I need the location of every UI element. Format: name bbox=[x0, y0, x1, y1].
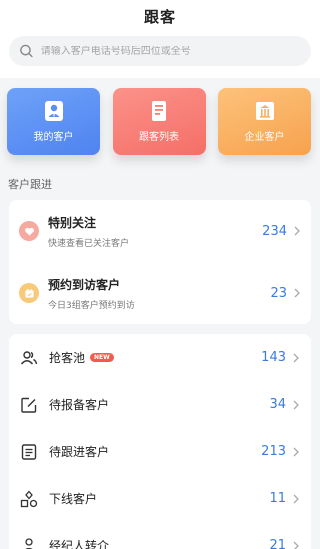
hierarchy-icon bbox=[20, 490, 38, 507]
search-input[interactable] bbox=[40, 45, 301, 57]
list-item-count: 34 bbox=[269, 397, 286, 412]
list-item-label: 抢客池 bbox=[49, 351, 86, 365]
list-item-pending-report[interactable]: 待报备客户 34 bbox=[9, 381, 311, 428]
follow-item-subtitle: 今日3组客户预约到访 bbox=[48, 300, 135, 311]
list-item-label: 下线客户 bbox=[49, 492, 98, 506]
quick-action-my-customers[interactable]: 我的客户 bbox=[7, 88, 100, 155]
chevron-right-icon bbox=[293, 494, 299, 503]
list-item-count: 11 bbox=[269, 491, 286, 506]
list-item-count: 21 bbox=[269, 538, 286, 549]
quick-actions: 我的客户 跟客列表 企业客户 bbox=[0, 78, 320, 158]
calendar-icon bbox=[19, 283, 39, 303]
building-icon bbox=[255, 102, 274, 120]
follow-item-appointment[interactable]: 预约到访客户 今日3组客户预约到访 23 bbox=[9, 262, 311, 324]
follow-item-special-attention[interactable]: 特别关注 快速查看已关注客户 234 bbox=[9, 200, 311, 262]
chevron-right-icon bbox=[293, 400, 299, 409]
edit-icon bbox=[21, 397, 37, 413]
follow-card: 特别关注 快速查看已关注客户 234 预约到访客户 今日3组客户预约到访 23 bbox=[9, 200, 311, 324]
follow-item-count: 23 bbox=[270, 285, 287, 301]
follow-item-count: 234 bbox=[262, 223, 287, 239]
section-label: 客户跟进 bbox=[8, 178, 52, 191]
list-item-count: 143 bbox=[261, 350, 286, 365]
people-icon bbox=[20, 350, 38, 364]
quick-action-follow-list[interactable]: 跟客列表 bbox=[112, 88, 206, 155]
list-item-label: 经纪人转介 bbox=[49, 539, 110, 549]
chevron-right-icon bbox=[293, 447, 299, 456]
list-icon bbox=[21, 443, 37, 460]
list-item-pending-follow[interactable]: 待跟进客户 213 bbox=[9, 428, 311, 475]
follow-item-title: 预约到访客户 bbox=[48, 277, 121, 292]
search-box[interactable] bbox=[9, 36, 311, 66]
chevron-right-icon bbox=[293, 353, 299, 362]
search-bar bbox=[0, 30, 320, 78]
follow-item-subtitle: 快速查看已关注客户 bbox=[48, 238, 130, 249]
new-badge: NEW bbox=[90, 353, 114, 362]
quick-action-label: 跟客列表 bbox=[139, 132, 179, 143]
list-item-agent-referral[interactable]: 经纪人转介 21 bbox=[9, 522, 311, 549]
list-item-label: 待报备客户 bbox=[49, 398, 110, 412]
page-title: 跟客 bbox=[143, 8, 176, 26]
list-item-label: 待跟进客户 bbox=[49, 445, 110, 459]
heart-icon bbox=[19, 221, 39, 241]
transfer-icon bbox=[24, 537, 34, 549]
person-icon bbox=[44, 101, 63, 121]
list-item-downline[interactable]: 下线客户 11 bbox=[9, 475, 311, 522]
list-item-count: 213 bbox=[261, 444, 286, 459]
search-icon bbox=[20, 44, 33, 58]
quick-action-label: 企业客户 bbox=[244, 132, 285, 143]
chevron-right-icon bbox=[294, 226, 300, 236]
header: 跟客 bbox=[0, 0, 320, 30]
chevron-right-icon bbox=[293, 541, 299, 549]
follow-item-title: 特别关注 bbox=[48, 215, 97, 230]
customer-list-card: 抢客池 NEW 143 待报备客户 34 待跟进客户 213 下线客户 11 经… bbox=[9, 334, 311, 549]
list-item-grab-pool[interactable]: 抢客池 NEW 143 bbox=[9, 334, 311, 381]
quick-action-label: 我的客户 bbox=[33, 132, 74, 143]
quick-action-enterprise-customers[interactable]: 企业客户 bbox=[218, 88, 311, 155]
document-list-icon bbox=[152, 101, 166, 121]
chevron-right-icon bbox=[294, 288, 300, 298]
